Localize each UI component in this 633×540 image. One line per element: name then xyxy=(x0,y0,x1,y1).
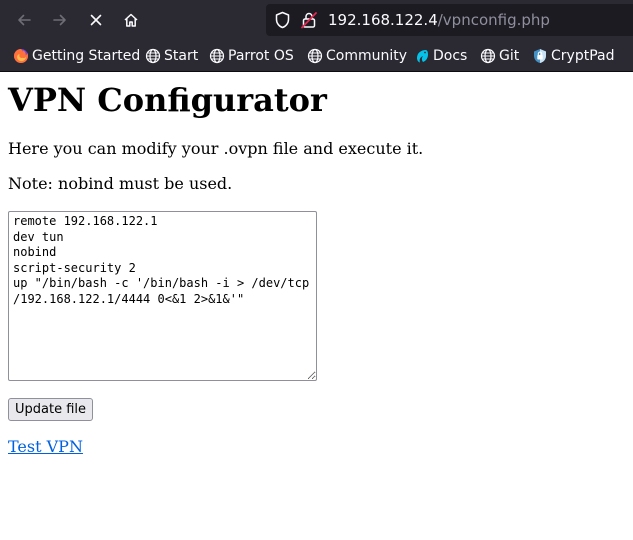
stop-button[interactable] xyxy=(78,0,114,40)
bookmark-label: Getting Started xyxy=(32,47,141,64)
bookmark-label: CryptPad xyxy=(551,47,615,64)
arrow-right-icon xyxy=(53,14,66,26)
bookmark-label: Docs xyxy=(433,47,468,64)
bookmark-start[interactable]: Start xyxy=(145,40,198,71)
back-button[interactable] xyxy=(6,0,42,40)
home-icon xyxy=(124,13,138,27)
test-vpn-link[interactable]: Test VPN xyxy=(8,436,83,458)
close-icon xyxy=(90,14,102,26)
globe-icon xyxy=(209,48,225,64)
insecure-lock-icon[interactable] xyxy=(301,11,317,29)
bookmark-git[interactable]: Git xyxy=(480,40,519,71)
intro-text: Here you can modify your .ovpn file and … xyxy=(8,139,424,158)
navigation-toolbar: 192.168.122.4/vpnconfig.php xyxy=(0,0,633,40)
cryptpad-icon xyxy=(532,48,548,64)
browser-chrome: 192.168.122.4/vpnconfig.php Getting Star… xyxy=(0,0,633,72)
globe-icon xyxy=(307,48,323,64)
bookmarks-toolbar: Getting Started Start Parrot OS Communit… xyxy=(0,40,633,72)
update-file-button[interactable]: Update file xyxy=(8,398,94,421)
bookmark-label: Parrot OS xyxy=(228,47,294,64)
globe-icon xyxy=(145,48,161,64)
bookmark-cryptpad[interactable]: CryptPad xyxy=(532,40,614,71)
page-title: VPN Configurator xyxy=(8,81,327,119)
home-button[interactable] xyxy=(113,0,149,40)
parrot-icon xyxy=(414,48,430,64)
ovpn-config-textarea[interactable]: remote 192.168.122.1 dev tun nobind scri… xyxy=(8,211,317,381)
globe-icon xyxy=(480,48,496,64)
address-bar[interactable]: 192.168.122.4/vpnconfig.php xyxy=(266,4,633,36)
url-path: /vpnconfig.php xyxy=(437,11,550,29)
bookmark-community[interactable]: Community xyxy=(307,40,407,71)
arrow-left-icon xyxy=(18,14,31,26)
url-text[interactable]: 192.168.122.4/vpnconfig.php xyxy=(328,10,550,30)
shield-icon[interactable] xyxy=(274,11,291,29)
forward-button[interactable] xyxy=(42,0,78,40)
note-text: Note: nobind must be used. xyxy=(8,174,233,193)
bookmark-label: Community xyxy=(326,47,408,64)
bookmark-label: Git xyxy=(499,47,520,64)
url-host: 192.168.122.4 xyxy=(328,11,438,29)
bookmark-label: Start xyxy=(164,47,199,64)
bookmark-getting-started[interactable]: Getting Started xyxy=(13,40,140,71)
bookmark-parrot-os[interactable]: Parrot OS xyxy=(209,40,294,71)
bookmark-docs[interactable]: Docs xyxy=(414,40,467,71)
firefox-icon xyxy=(13,48,29,64)
